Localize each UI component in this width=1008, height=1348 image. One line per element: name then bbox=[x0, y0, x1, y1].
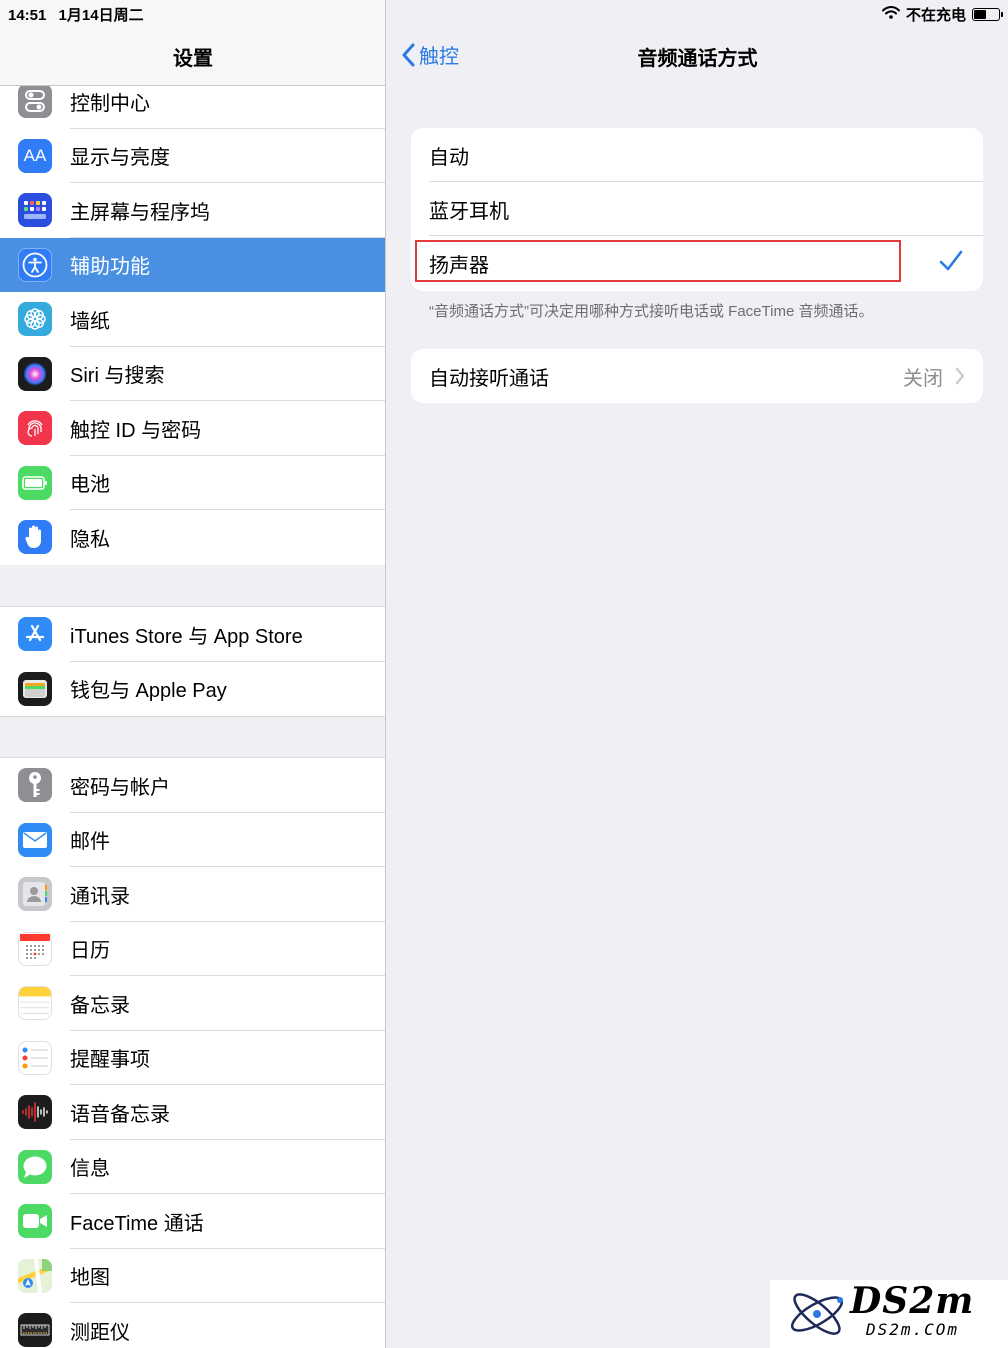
sidebar-item-app-store[interactable]: iTunes Store 与 App Store bbox=[0, 607, 385, 662]
wallpaper-icon bbox=[18, 302, 52, 337]
option-label: 蓝牙耳机 bbox=[429, 200, 509, 223]
sidebar-item-display[interactable]: AA 显示与亮度 bbox=[0, 129, 385, 183]
privacy-hand-icon bbox=[18, 520, 52, 555]
battery-status-icon bbox=[972, 8, 1003, 21]
chevron-right-icon bbox=[955, 367, 965, 385]
mail-icon bbox=[18, 822, 52, 857]
sidebar-item-label: 通讯录 bbox=[70, 885, 130, 908]
auto-answer-label: 自动接听通话 bbox=[429, 367, 549, 390]
sidebar-item-label: 主屏幕与程序坞 bbox=[70, 201, 210, 224]
sidebar-item-label: 信息 bbox=[70, 1158, 110, 1181]
sidebar-item-label: 显示与亮度 bbox=[70, 147, 170, 170]
settings-group-2: iTunes Store 与 App Store 钱包与 Apple Pay bbox=[0, 606, 385, 717]
contacts-icon bbox=[18, 877, 52, 912]
sidebar-item-maps[interactable]: 地图 bbox=[0, 1249, 385, 1303]
sidebar-item-label: 提醒事项 bbox=[70, 1049, 150, 1072]
sidebar-item-label: iTunes Store 与 App Store bbox=[70, 625, 303, 648]
sidebar-item-label: FaceTime 通话 bbox=[70, 1212, 204, 1235]
audio-routing-footnote: “音频通话方式”可决定用哪种方式接听电话或 FaceTime 音频通话。 bbox=[429, 303, 874, 320]
measure-icon bbox=[18, 1313, 52, 1348]
option-bluetooth-headset[interactable]: 蓝牙耳机 bbox=[411, 182, 983, 236]
status-date: 1月14日周二 bbox=[58, 7, 144, 24]
sidebar-item-accessibility[interactable]: 辅助功能 bbox=[0, 237, 385, 292]
page-title: 音频通话方式 bbox=[637, 48, 758, 70]
sidebar-item-contacts[interactable]: 通讯录 bbox=[0, 867, 385, 922]
sidebar-item-label: 测距仪 bbox=[70, 1321, 130, 1344]
atom-logo-icon bbox=[790, 1293, 844, 1335]
sidebar-item-wallpaper[interactable]: 墙纸 bbox=[0, 292, 385, 347]
sidebar-item-mail[interactable]: 邮件 bbox=[0, 813, 385, 867]
facetime-icon bbox=[18, 1204, 52, 1239]
touch-id-icon bbox=[18, 411, 52, 446]
sidebar: 设置 控制中心 AA 显示与亮度 主屏幕与程序坞 辅助功能 墙纸 Siri 与搜… bbox=[0, 0, 386, 1348]
sidebar-item-label: 钱包与 Apple Pay bbox=[70, 680, 227, 703]
accessibility-icon bbox=[18, 247, 52, 282]
sidebar-item-label: 日历 bbox=[70, 940, 110, 963]
sidebar-item-label: 电池 bbox=[70, 474, 110, 497]
status-time: 14:51 bbox=[8, 7, 47, 24]
sidebar-item-wallet[interactable]: 钱包与 Apple Pay bbox=[0, 662, 385, 717]
auto-answer-row[interactable]: 自动接听通话 关闭 bbox=[411, 349, 983, 403]
sidebar-item-label: 辅助功能 bbox=[70, 256, 150, 279]
sidebar-item-notes[interactable]: 备忘录 bbox=[0, 976, 385, 1031]
detail-panel: 触控 音频通话方式 自动 蓝牙耳机 扬声器 “音频通话方式”可决定用哪种方式接听… bbox=[387, 0, 1008, 1348]
sidebar-item-passwords[interactable]: 密码与帐户 bbox=[0, 758, 385, 813]
siri-icon bbox=[18, 356, 52, 391]
sidebar-item-label: 语音备忘录 bbox=[70, 1103, 170, 1126]
home-screen-icon bbox=[18, 193, 52, 228]
sidebar-item-messages[interactable]: 信息 bbox=[0, 1140, 385, 1194]
sidebar-item-calendar[interactable]: 日历 bbox=[0, 922, 385, 976]
watermark-subtitle: DS2m.COm bbox=[866, 1320, 960, 1339]
display-icon: AA bbox=[18, 138, 52, 173]
wallet-icon bbox=[18, 671, 52, 706]
sidebar-title: 设置 bbox=[173, 48, 213, 70]
settings-group-3: 密码与帐户 邮件 通讯录 日历 备忘录 提醒事项 语音备忘录 信息 FaceTi… bbox=[0, 757, 385, 1348]
auto-answer-value: 关闭 bbox=[903, 367, 943, 390]
calendar-icon bbox=[18, 931, 52, 966]
sidebar-item-label: 备忘录 bbox=[70, 994, 130, 1017]
checkmark-icon bbox=[939, 250, 963, 271]
battery-icon bbox=[18, 465, 52, 500]
option-auto[interactable]: 自动 bbox=[411, 128, 983, 182]
app-store-icon bbox=[18, 617, 52, 652]
charging-status: 不在充电 bbox=[905, 7, 966, 24]
watermark-logo: DS2m DS2m.COm bbox=[770, 1280, 1008, 1348]
sidebar-item-label: 墙纸 bbox=[70, 310, 110, 333]
wifi-icon bbox=[881, 6, 900, 23]
sidebar-item-battery[interactable]: 电池 bbox=[0, 456, 385, 510]
reminders-icon bbox=[18, 1040, 52, 1075]
option-label: 自动 bbox=[429, 146, 469, 169]
sidebar-item-label: 密码与帐户 bbox=[70, 776, 170, 799]
sidebar-item-measure[interactable]: 测距仪 bbox=[0, 1303, 385, 1348]
sidebar-item-home-screen[interactable]: 主屏幕与程序坞 bbox=[0, 183, 385, 238]
voice-memos-icon bbox=[18, 1095, 52, 1130]
highlight-annotation bbox=[415, 240, 901, 282]
settings-group-1: 控制中心 AA 显示与亮度 主屏幕与程序坞 辅助功能 墙纸 Siri 与搜索 触… bbox=[0, 74, 385, 565]
key-icon bbox=[18, 768, 52, 803]
maps-icon bbox=[18, 1258, 52, 1293]
sidebar-item-touch-id[interactable]: 触控 ID 与密码 bbox=[0, 401, 385, 456]
sidebar-item-label: 隐私 bbox=[70, 528, 110, 551]
sidebar-item-label: 控制中心 bbox=[70, 92, 150, 115]
sidebar-item-label: 触控 ID 与密码 bbox=[70, 419, 202, 442]
sidebar-item-label: 邮件 bbox=[70, 831, 110, 854]
watermark-title: DS2m bbox=[850, 1280, 975, 1322]
sidebar-item-privacy[interactable]: 隐私 bbox=[0, 510, 385, 565]
status-bar: 14:51 1月14日周二 不在充电 bbox=[0, 0, 1008, 26]
sidebar-item-reminders[interactable]: 提醒事项 bbox=[0, 1031, 385, 1085]
sidebar-item-facetime[interactable]: FaceTime 通话 bbox=[0, 1194, 385, 1249]
sidebar-item-voice-memos[interactable]: 语音备忘录 bbox=[0, 1085, 385, 1140]
notes-icon bbox=[18, 986, 52, 1021]
messages-icon bbox=[18, 1149, 52, 1184]
auto-answer-card: 自动接听通话 关闭 bbox=[411, 349, 983, 403]
sidebar-item-label: Siri 与搜索 bbox=[70, 365, 165, 388]
sidebar-item-label: 地图 bbox=[70, 1267, 110, 1290]
control-center-icon bbox=[18, 84, 52, 119]
sidebar-item-siri[interactable]: Siri 与搜索 bbox=[0, 347, 385, 401]
